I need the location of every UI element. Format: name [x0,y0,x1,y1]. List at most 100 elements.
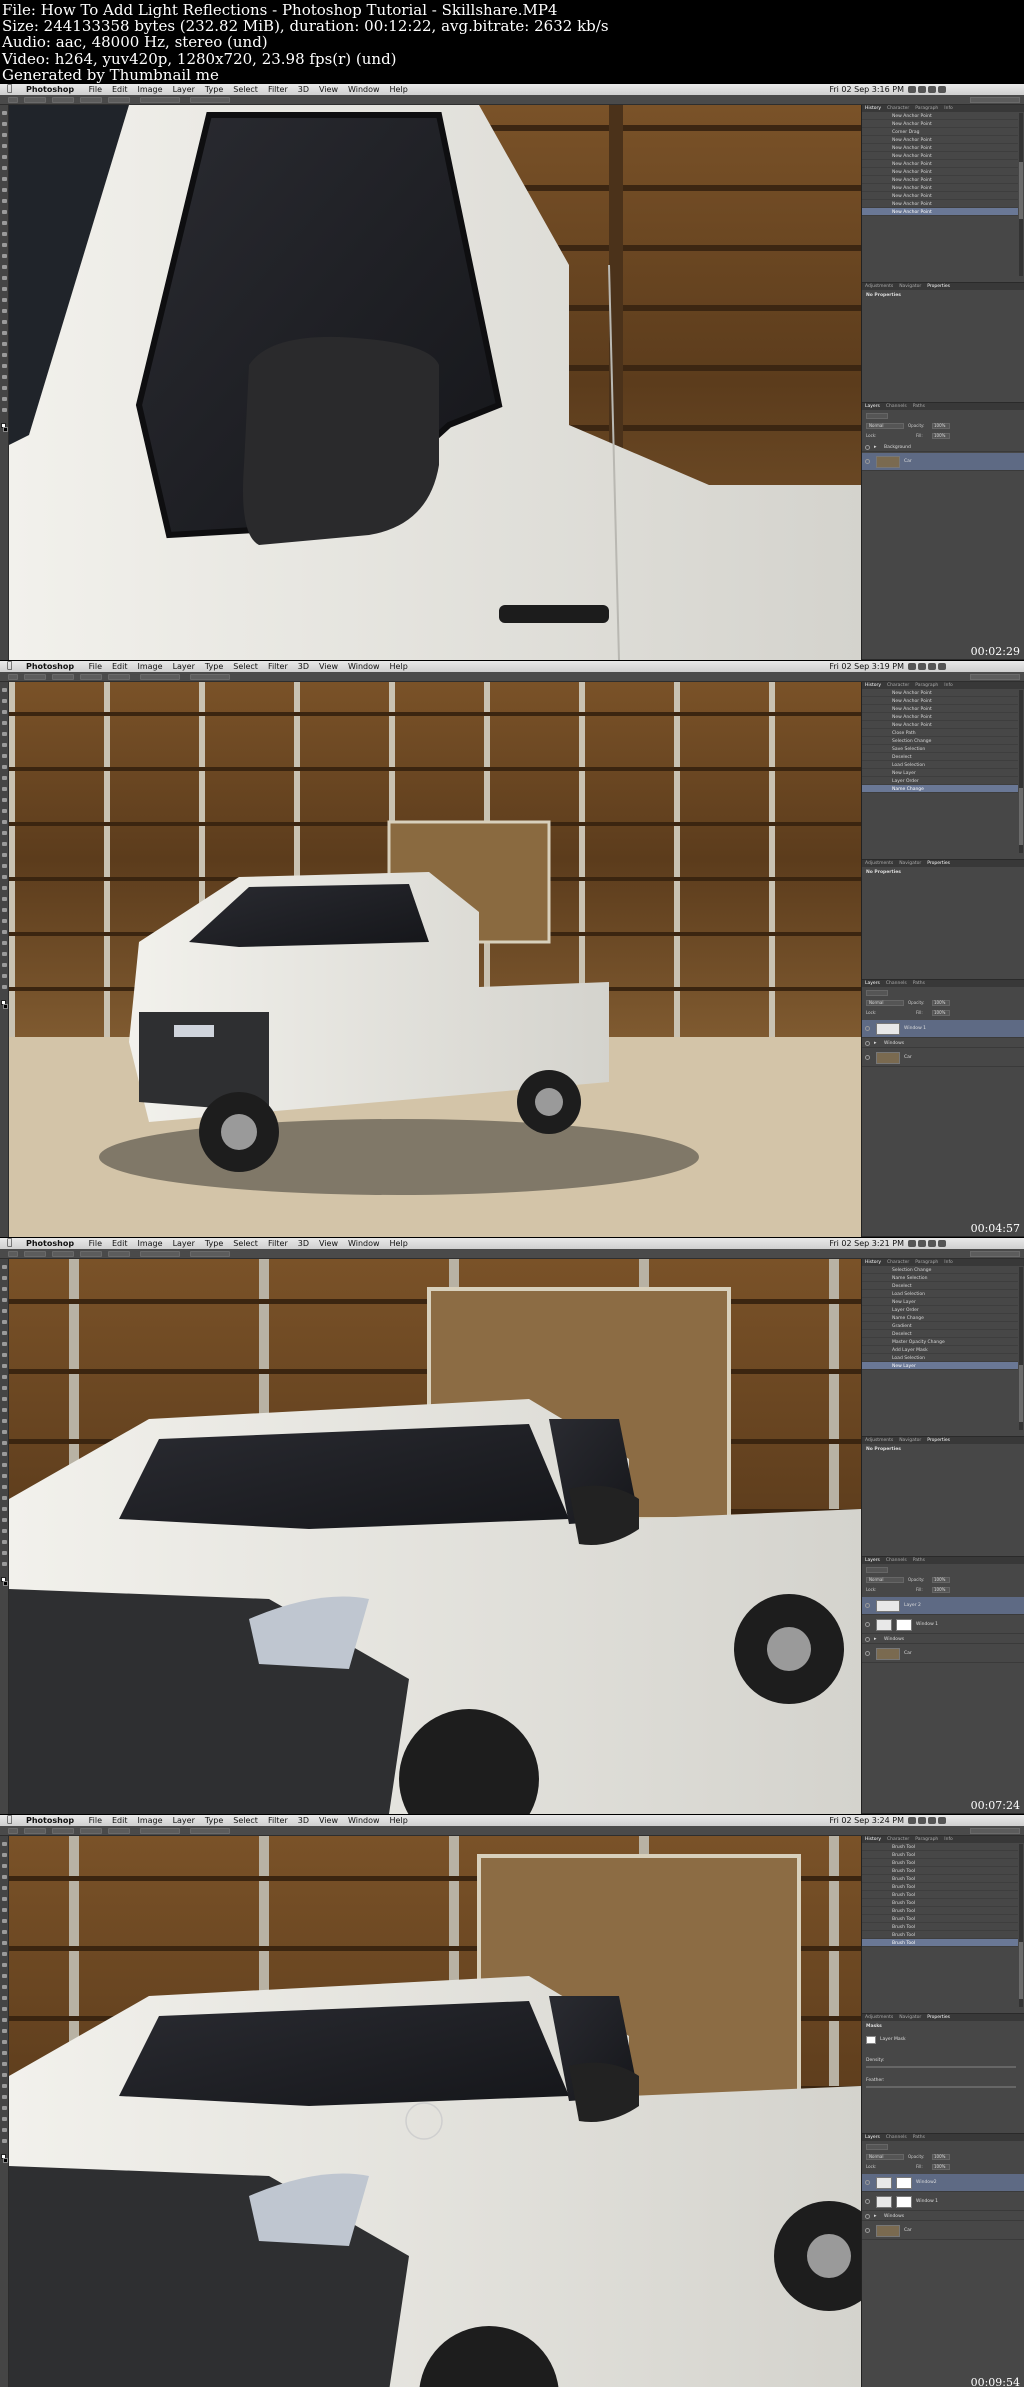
document-canvas[interactable] [9,1259,861,1814]
history-state[interactable]: Brush Tool [862,1851,1018,1859]
opacity-field[interactable]: 100% [932,1000,950,1006]
tool-icon[interactable] [2,2095,7,2099]
fill-field[interactable]: 100% [932,433,950,439]
tool-icon[interactable] [2,688,7,692]
tool-icon[interactable] [2,1485,7,1489]
menu-item[interactable]: Select [233,85,258,94]
wifi-icon[interactable] [908,1240,916,1247]
eye-icon[interactable] [865,2228,870,2233]
menu-item[interactable]: 3D [298,1239,309,1248]
document-canvas[interactable] [9,105,861,660]
fill-field[interactable]: 100% [932,1587,950,1593]
workspace-switcher[interactable] [970,674,1020,680]
panel-tab[interactable]: Paths [913,2135,925,2140]
tool-icon[interactable] [2,2007,7,2011]
tool-icon[interactable] [2,1875,7,1879]
history-state[interactable]: Load Selection [862,761,1018,769]
tool-icon[interactable] [2,930,7,934]
menu-item[interactable]: Filter [268,85,288,94]
tool-icon[interactable] [2,842,7,846]
tool-icon[interactable] [2,732,7,736]
search-icon[interactable] [928,663,936,670]
history-state[interactable]: Brush Tool [862,1923,1018,1931]
fill-field[interactable]: 100% [932,1010,950,1016]
option-dropdown[interactable] [80,674,102,680]
tool-icon[interactable] [2,963,7,967]
battery-icon[interactable] [918,86,926,93]
panel-tab[interactable]: Character [887,1260,909,1265]
option-field[interactable] [190,1251,230,1257]
tool-icon[interactable] [2,699,7,703]
eye-icon[interactable] [865,1055,870,1060]
tool-icon[interactable] [2,364,7,368]
menu-item[interactable]: Image [138,1239,163,1248]
tool-icon[interactable] [2,1320,7,1324]
option-field[interactable] [190,1828,230,1834]
fill-field[interactable]: 100% [932,2164,950,2170]
eye-icon[interactable] [865,2199,870,2204]
option-dropdown[interactable] [80,97,102,103]
eye-icon[interactable] [865,445,870,450]
menu-item[interactable]: Help [390,1816,408,1825]
history-state[interactable]: Layer Order [862,777,1018,785]
tool-icon[interactable] [2,2139,7,2143]
history-state[interactable]: New Anchor Point [862,120,1018,128]
history-state[interactable]: Save Selection [862,745,1018,753]
tool-icon[interactable] [2,1919,7,1923]
menu-app[interactable]: Photoshop [26,85,74,94]
menu-item[interactable]: View [319,85,338,94]
list-icon[interactable] [938,1240,946,1247]
history-state[interactable]: New Anchor Point [862,713,1018,721]
history-state[interactable]: Name Selection [862,1274,1018,1282]
panel-tab[interactable]: Info [944,1260,953,1265]
layer-row[interactable]: Car [862,1645,1024,1663]
tool-icon[interactable] [2,1963,7,1967]
tool-icon[interactable] [2,919,7,923]
history-scrollbar[interactable] [1019,690,1023,853]
menu-item[interactable]: Window [348,662,380,671]
option-dropdown[interactable] [52,674,74,680]
tool-icon[interactable] [2,1853,7,1857]
menu-item[interactable]: View [319,1816,338,1825]
panel-tab[interactable]: Info [944,683,953,688]
history-state[interactable]: Selection Change [862,1266,1018,1274]
battery-icon[interactable] [918,1817,926,1824]
panel-tab[interactable]: Properties [927,1438,950,1443]
tool-icon[interactable] [2,875,7,879]
tool-icon[interactable] [2,199,7,203]
history-state[interactable]: Brush Tool [862,1883,1018,1891]
option-dropdown[interactable] [108,97,130,103]
panel-tab[interactable]: Layers [865,1558,880,1563]
apple-icon[interactable]:  [7,1815,15,1826]
panel-tab[interactable]: Layers [865,2135,880,2140]
menu-item[interactable]: Filter [268,1816,288,1825]
eye-icon[interactable] [865,2180,870,2185]
menu-app[interactable]: Photoshop [26,1816,74,1825]
apple-icon[interactable]:  [7,661,15,672]
menu-item[interactable]: Type [205,662,223,671]
tool-icon[interactable] [2,1886,7,1890]
properties-slider[interactable] [866,2086,1016,2088]
tool-preset[interactable] [8,1828,18,1834]
panel-tab[interactable]: Layers [865,404,880,409]
tool-icon[interactable] [2,254,7,258]
tool-icon[interactable] [2,298,7,302]
panel-tab[interactable]: Channels [886,981,907,986]
tool-icon[interactable] [2,952,7,956]
panel-tab[interactable]: Layers [865,981,880,986]
history-state[interactable]: Brush Tool [862,1899,1018,1907]
blend-mode-select[interactable]: Normal [866,1577,904,1583]
tool-icon[interactable] [2,1897,7,1901]
option-dropdown[interactable] [80,1828,102,1834]
history-state[interactable]: New Anchor Point [862,200,1018,208]
tool-icon[interactable] [2,1309,7,1313]
menu-item[interactable]: Window [348,1816,380,1825]
tool-icon[interactable] [2,331,7,335]
menu-item[interactable]: Edit [112,1816,128,1825]
tool-icon[interactable] [2,853,7,857]
option-dropdown[interactable] [52,1251,74,1257]
tool-icon[interactable] [2,1364,7,1368]
tool-icon[interactable] [2,408,7,412]
tool-icon[interactable] [2,897,7,901]
option-field[interactable] [140,1828,180,1834]
